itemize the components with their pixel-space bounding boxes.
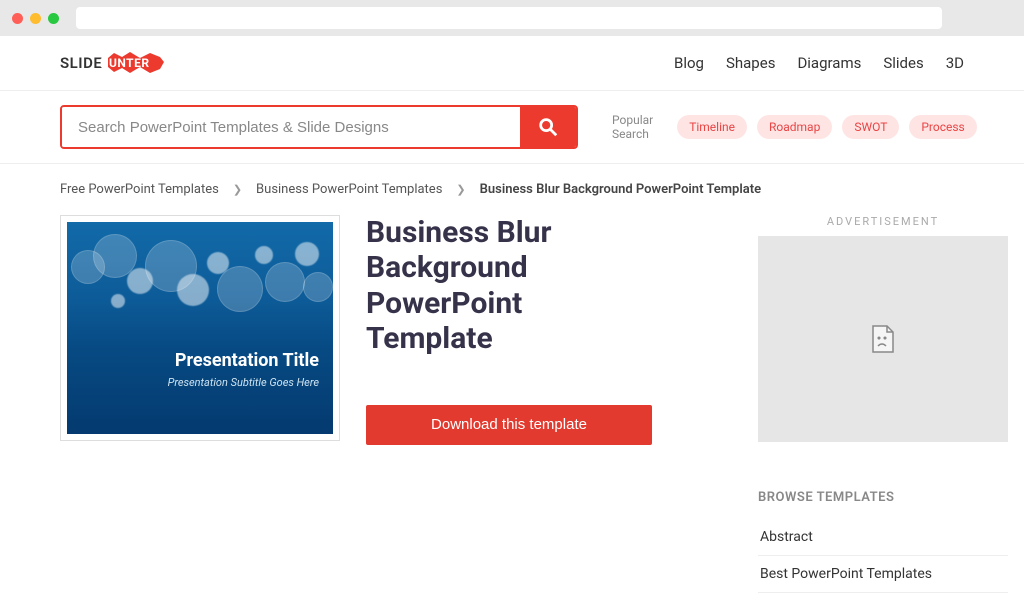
preview-slide: Presentation Title Presentation Subtitle… (67, 222, 333, 434)
ad-label: ADVERTISEMENT (758, 215, 1008, 228)
search-bar-row: Popular Search Timeline Roadmap SWOT Pro… (0, 91, 1024, 164)
search-icon (537, 116, 559, 138)
site-header: SLIDE HUNTER Blog Shapes Diagrams Slides… (0, 36, 1024, 91)
nav-slides[interactable]: Slides (883, 54, 923, 72)
template-detail: Presentation Title Presentation Subtitle… (60, 215, 700, 593)
crumb-category[interactable]: Business PowerPoint Templates (256, 182, 442, 197)
title-block: Business Blur Background PowerPoint Temp… (366, 215, 652, 445)
browser-chrome (0, 0, 1024, 36)
template-preview[interactable]: Presentation Title Presentation Subtitle… (60, 215, 340, 441)
preview-title: Presentation Title (175, 350, 319, 371)
logo-text-post: HUNTER (100, 56, 150, 70)
download-button[interactable]: Download this template (366, 405, 652, 445)
nav-shapes[interactable]: Shapes (726, 54, 775, 72)
main-content: Presentation Title Presentation Subtitle… (0, 207, 1024, 613)
crumb-current: Business Blur Background PowerPoint Temp… (480, 182, 761, 197)
preview-subtitle: Presentation Subtitle Goes Here (168, 376, 319, 389)
page-title: Business Blur Background PowerPoint Temp… (366, 215, 652, 357)
chevron-right-icon: ❯ (456, 183, 465, 196)
nav-diagrams[interactable]: Diagrams (797, 54, 861, 72)
main-nav: Blog Shapes Diagrams Slides 3D (674, 54, 964, 72)
nav-3d[interactable]: 3D (946, 54, 964, 72)
url-bar[interactable] (76, 7, 942, 29)
search-input[interactable] (62, 107, 520, 147)
minimize-window-button[interactable] (30, 13, 41, 24)
category-best[interactable]: Best PowerPoint Templates (758, 556, 1008, 593)
ad-placeholder (758, 236, 1008, 442)
crumb-home[interactable]: Free PowerPoint Templates (60, 182, 219, 197)
maximize-window-button[interactable] (48, 13, 59, 24)
close-window-button[interactable] (12, 13, 23, 24)
breadcrumb: Free PowerPoint Templates ❯ Business Pow… (0, 164, 1024, 207)
search-button[interactable] (520, 107, 576, 147)
popular-pills: Timeline Roadmap SWOT Process (677, 115, 977, 139)
pill-timeline[interactable]: Timeline (677, 115, 747, 139)
category-abstract[interactable]: Abstract (758, 519, 1008, 556)
broken-image-icon (870, 324, 896, 354)
window-controls (12, 13, 59, 24)
search-form (60, 105, 578, 149)
pill-swot[interactable]: SWOT (842, 115, 899, 139)
logo-text-pre: SLIDE (60, 54, 102, 72)
nav-blog[interactable]: Blog (674, 54, 704, 72)
pill-process[interactable]: Process (909, 115, 976, 139)
site-logo[interactable]: SLIDE HUNTER (60, 50, 168, 76)
pill-roadmap[interactable]: Roadmap (757, 115, 832, 139)
browse-templates-label: BROWSE TEMPLATES (758, 490, 1008, 505)
sidebar: ADVERTISEMENT BROWSE TEMPLATES Abstract … (758, 215, 1008, 593)
popular-search-label: Popular Search (612, 113, 653, 141)
chevron-right-icon: ❯ (233, 183, 242, 196)
